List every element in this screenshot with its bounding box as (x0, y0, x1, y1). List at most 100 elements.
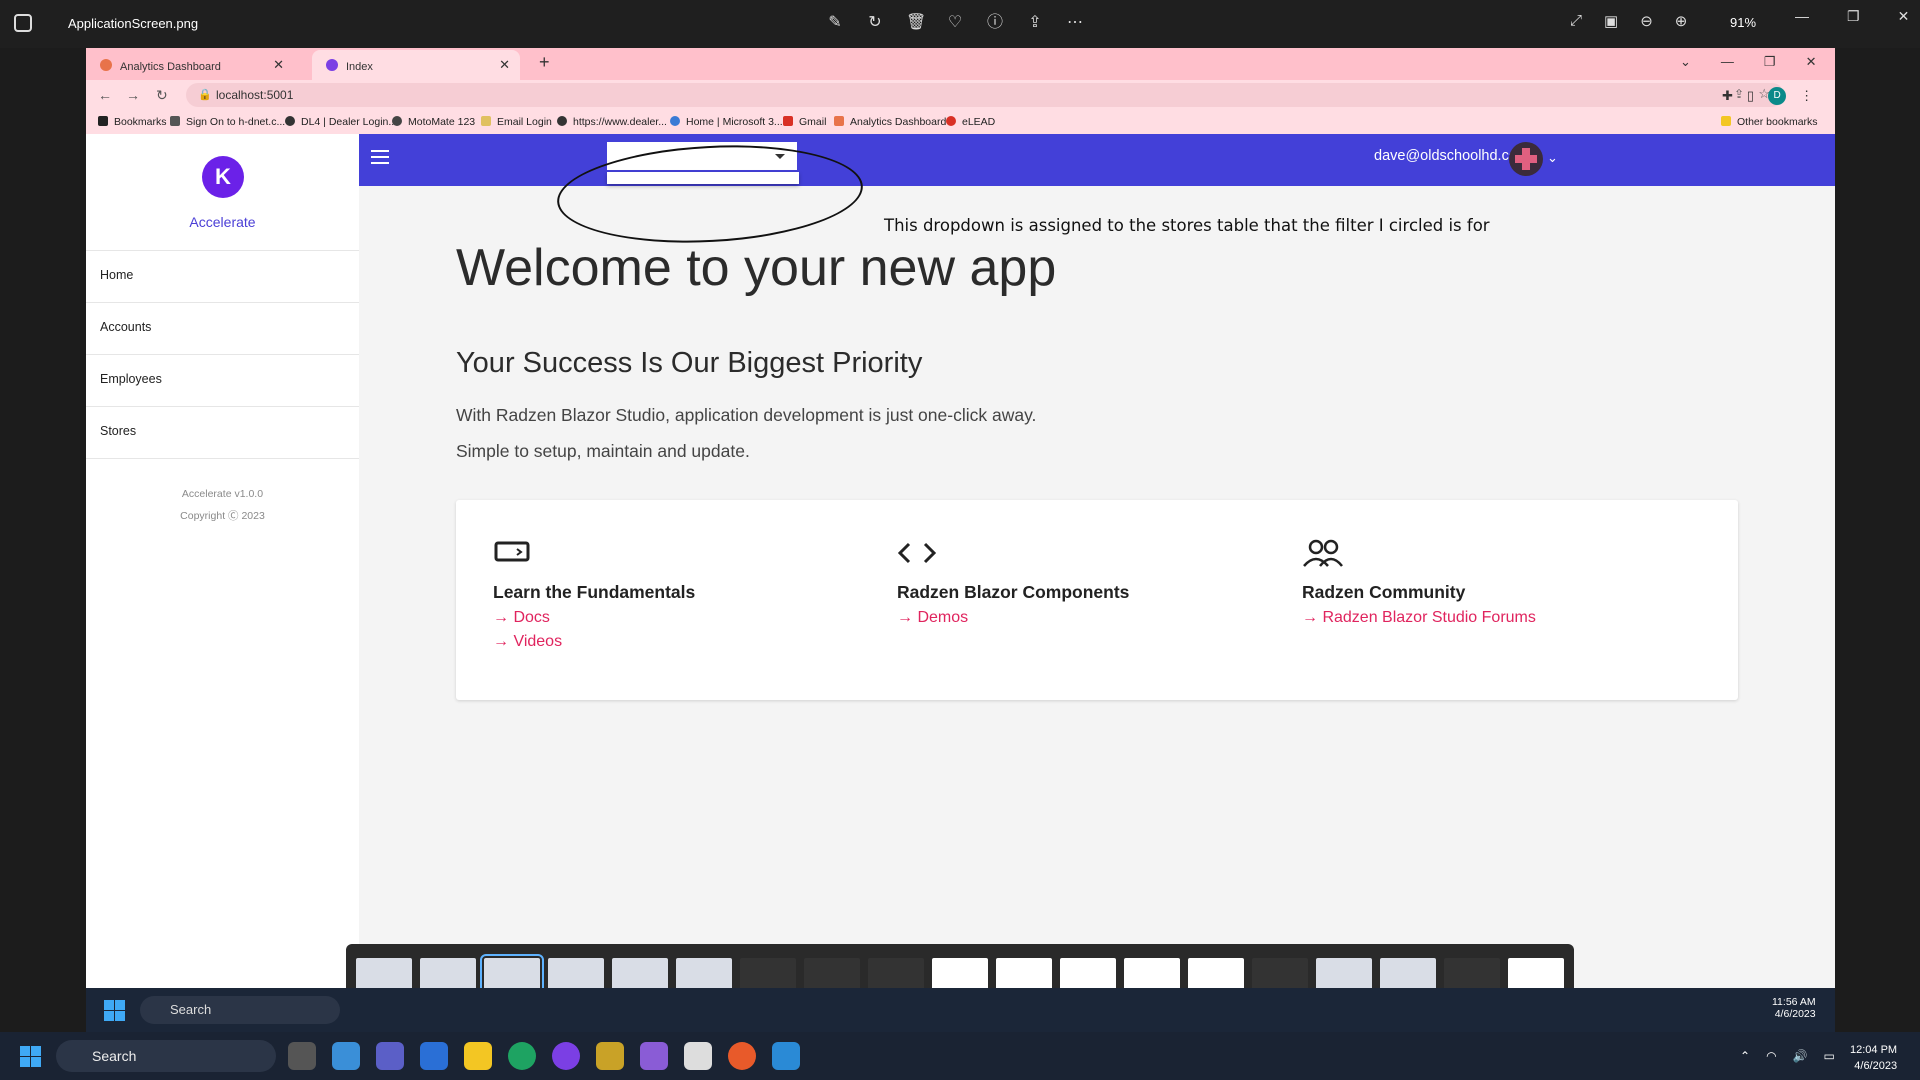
info-icon[interactable]: ⓘ (986, 12, 1004, 34)
actual-size-icon[interactable]: ▣ (1604, 12, 1618, 30)
radzen-icon[interactable] (552, 1042, 580, 1070)
menu-icon[interactable]: ⋮ (1800, 88, 1813, 104)
weather-icon[interactable] (332, 1042, 360, 1070)
app-icon[interactable] (596, 1042, 624, 1070)
inner-search: Search (140, 996, 340, 1024)
viewer-filename: ApplicationScreen.png (68, 16, 199, 31)
wifi-icon[interactable]: ◠ (1766, 1049, 1776, 1063)
lock-icon[interactable]: 🔒 (198, 88, 212, 101)
avatar[interactable] (1509, 142, 1543, 176)
sidebar: K Accelerate Home Accounts Employees Sto… (86, 134, 359, 988)
inner-clock: 11:56 AM 4/6/2023 (1772, 996, 1816, 1020)
close-icon[interactable]: ✕ (1806, 54, 1817, 70)
file-explorer-icon[interactable] (464, 1042, 492, 1070)
tab-label: Index (346, 61, 373, 73)
delete-icon[interactable]: 🗑 (906, 12, 926, 34)
browser-window-controls: ⌄ — ❐ ✕ (1680, 54, 1816, 70)
tab-analytics-dashboard[interactable]: Analytics Dashboard ✕ (86, 50, 294, 80)
bookmark-item[interactable]: eLEAD (946, 116, 995, 128)
taskbar-clock[interactable]: 12:04 PM 4/6/2023 (1850, 1042, 1897, 1074)
tab-label: Analytics Dashboard (120, 61, 221, 73)
laptop-icon (493, 538, 695, 572)
bookmark-item[interactable]: Sign On to h-dnet.c... (170, 116, 285, 128)
tab-strip: Analytics Dashboard ✕ Index ✕ + ⌄ — ❐ ✕ (86, 48, 1835, 80)
bookmark-item[interactable]: DL4 | Dealer Login... (285, 116, 397, 128)
tab-index[interactable]: Index ✕ (312, 50, 520, 80)
store-app-icon[interactable] (420, 1042, 448, 1070)
reload-icon[interactable]: ↻ (156, 87, 168, 104)
zoom-out-icon[interactable]: ⊖ (1640, 12, 1653, 30)
demos-link[interactable]: → Demos (897, 609, 1129, 627)
favorite-icon[interactable]: ♡ (946, 12, 964, 34)
app-icon[interactable] (728, 1042, 756, 1070)
forums-link[interactable]: → Radzen Blazor Studio Forums (1302, 609, 1536, 627)
restore-icon[interactable]: ❐ (1764, 54, 1776, 70)
videos-link[interactable]: → Videos (493, 633, 695, 651)
bookmark-item[interactable]: Email Login (481, 116, 552, 128)
viewer-right-tools: ⤢ ▣ ⊖ ⊕ (1570, 12, 1687, 30)
section-heading: Your Success Is Our Biggest Priority (456, 347, 923, 379)
address-bar-row: ← → ↻ 🔒 localhost:5001 ⇪ ☆ ✚ ▯ D ⋮ (86, 80, 1835, 110)
minimize-icon[interactable]: — (1721, 54, 1734, 70)
chevron-down-icon[interactable]: ⌄ (1547, 150, 1558, 166)
task-view-icon[interactable] (288, 1042, 316, 1070)
rotate-icon[interactable]: ↻ (866, 12, 884, 34)
url-text[interactable]: localhost:5001 (216, 88, 293, 102)
code-icon (897, 538, 1129, 572)
tab-search-icon[interactable]: ⌄ (1680, 54, 1691, 70)
sidebar-item-employees[interactable]: Employees (86, 354, 359, 406)
sidebar-item-home[interactable]: Home (86, 250, 359, 302)
card-column-community: Radzen Community → Radzen Blazor Studio … (1302, 538, 1536, 627)
share-icon[interactable]: ⇪ (1026, 12, 1044, 34)
bookmark-item[interactable]: https://www.dealer... (557, 116, 667, 128)
omnibox[interactable]: 🔒 localhost:5001 ⇪ ☆ (186, 83, 1784, 107)
zoom-level: 91% (1730, 15, 1757, 30)
other-bookmarks[interactable]: Other bookmarks (1721, 116, 1818, 128)
battery-icon[interactable]: ▭ (1824, 1049, 1835, 1063)
taskbar-apps (288, 1042, 800, 1070)
bookmarks-bar: Bookmarks Sign On to h-dnet.c... DL4 | D… (86, 110, 1835, 134)
chevron-up-icon[interactable]: ⌃ (1740, 1049, 1750, 1063)
visual-studio-icon[interactable] (640, 1042, 668, 1070)
volume-icon[interactable]: 🔊 (1793, 1049, 1808, 1063)
chrome-icon[interactable] (508, 1042, 536, 1070)
radzen-favicon-icon (326, 59, 338, 71)
close-tab-icon[interactable]: ✕ (273, 57, 284, 73)
teams-icon[interactable] (376, 1042, 404, 1070)
fullscreen-icon[interactable]: ⤢ (1570, 12, 1582, 30)
new-tab-icon[interactable]: + (539, 52, 550, 73)
more-icon[interactable]: ⋯ (1066, 12, 1084, 34)
bookmark-item[interactable]: Analytics Dashboard (834, 116, 946, 128)
app-icon[interactable] (684, 1042, 712, 1070)
docs-link[interactable]: → Docs (493, 609, 695, 627)
bookmark-item[interactable]: Home | Microsoft 3... (670, 116, 783, 128)
minimize-icon[interactable]: — (1795, 8, 1809, 25)
system-tray: ⌃ ◠ 🔊 ▭ (1740, 1049, 1835, 1063)
sidebar-item-stores[interactable]: Stores (86, 406, 359, 458)
sidebar-item-accounts[interactable]: Accounts (86, 302, 359, 354)
app-version: Accelerate v1.0.0 (181, 488, 264, 500)
menu-toggle-icon[interactable] (371, 150, 389, 164)
zoom-in-icon[interactable]: ⊕ (1675, 12, 1688, 30)
photos-icon[interactable] (772, 1042, 800, 1070)
card-title: Radzen Community (1302, 582, 1466, 602)
close-icon[interactable]: ✕ (1898, 8, 1910, 25)
windows-logo-icon (104, 1000, 126, 1022)
maximize-icon[interactable]: ❐ (1847, 8, 1860, 25)
profile-avatar[interactable]: D (1768, 87, 1787, 105)
bookmark-item[interactable]: MotoMate 123 (392, 116, 475, 128)
bookmark-item[interactable]: Gmail (783, 116, 826, 128)
taskbar-search[interactable]: Search (56, 1040, 276, 1072)
side-panel-icon[interactable]: ▯ (1747, 88, 1754, 104)
app-logo-icon: K (202, 156, 244, 198)
back-icon[interactable]: ← (98, 87, 112, 103)
extensions-icon[interactable]: ✚ (1722, 88, 1733, 104)
forward-icon[interactable]: → (126, 87, 140, 103)
user-email[interactable]: dave@oldschoolhd.com (1374, 148, 1529, 164)
start-button[interactable] (20, 1046, 42, 1068)
edit-icon[interactable]: ✎ (826, 12, 844, 34)
bookmark-item[interactable]: Bookmarks (98, 116, 167, 128)
card-title: Learn the Fundamentals (493, 582, 696, 602)
description-text: Simple to setup, maintain and update. (456, 441, 750, 461)
close-tab-icon[interactable]: ✕ (499, 57, 510, 73)
